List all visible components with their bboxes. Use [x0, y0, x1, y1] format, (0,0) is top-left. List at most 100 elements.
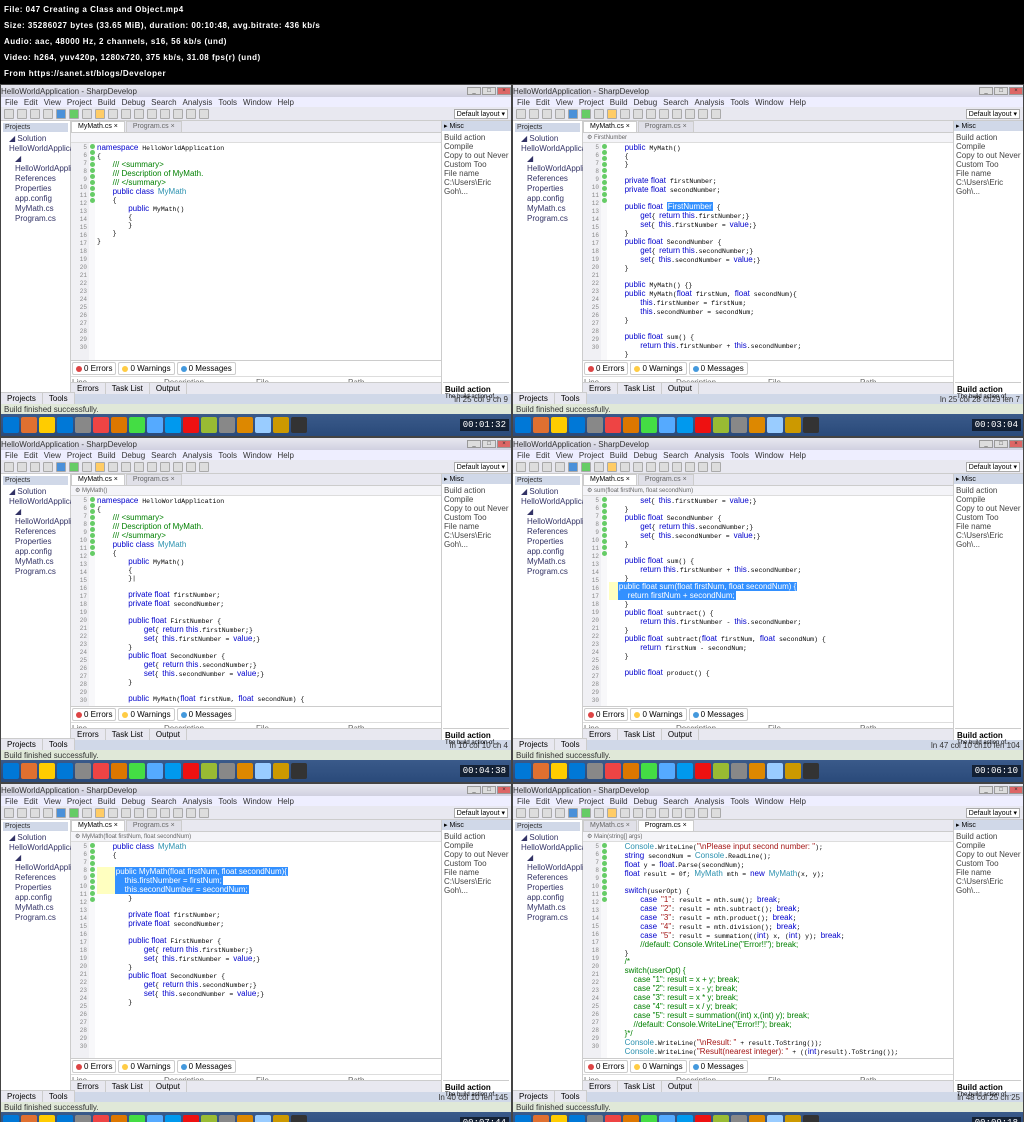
tool-btn[interactable]	[594, 808, 604, 818]
breadcrumb[interactable]: ⚙ sum(float firstNum, float secondNum)	[583, 486, 953, 496]
tool-btn[interactable]	[568, 462, 578, 472]
btab-tools[interactable]: Tools	[43, 1091, 75, 1102]
taskbar-icon[interactable]	[21, 763, 37, 779]
tool-btn[interactable]	[173, 109, 183, 119]
tool-btn[interactable]	[542, 109, 552, 119]
breadcrumb[interactable]: ⚙ FirstNumber	[583, 133, 953, 143]
taskbar-icon[interactable]	[623, 763, 639, 779]
taskbar-icon[interactable]	[515, 763, 531, 779]
tool-btn[interactable]	[43, 462, 53, 472]
tree-item[interactable]: Properties	[5, 883, 66, 893]
code-area[interactable]: public MyMath() { } private float firstN…	[607, 143, 953, 360]
layout-selector[interactable]: Default layout ▾	[454, 808, 508, 818]
tab-mymath[interactable]: MyMath.cs ×	[583, 121, 637, 132]
tool-btn[interactable]	[685, 109, 695, 119]
taskbar-icon[interactable]	[551, 1115, 567, 1122]
tree-item[interactable]: Properties	[517, 184, 578, 194]
tree-item[interactable]: MyMath.cs	[517, 204, 578, 214]
menu-item[interactable]: Project	[579, 98, 604, 107]
menu-item[interactable]: View	[44, 98, 61, 107]
tree-item[interactable]: Program.cs	[517, 214, 578, 224]
code-area[interactable]: namespace HelloWorldApplication { /// <s…	[95, 496, 441, 706]
taskbar-icon[interactable]	[93, 763, 109, 779]
btab-errors[interactable]: Errors	[583, 383, 618, 394]
taskbar-icon[interactable]	[641, 763, 657, 779]
tool-btn[interactable]	[82, 808, 92, 818]
tool-btn[interactable]	[147, 462, 157, 472]
menu-item[interactable]: Help	[789, 451, 805, 460]
taskbar-icon[interactable]	[39, 763, 55, 779]
messages-tab[interactable]: 0 Messages	[689, 1060, 748, 1073]
tool-btn[interactable]	[147, 808, 157, 818]
taskbar-icon[interactable]	[291, 417, 307, 433]
taskbar-icon[interactable]	[147, 417, 163, 433]
project-node[interactable]: ◢ HelloWorldApplication	[5, 853, 66, 873]
menu-item[interactable]: Search	[663, 797, 688, 806]
messages-tab[interactable]: 0 Messages	[177, 708, 236, 721]
tool-btn[interactable]	[121, 109, 131, 119]
tab-program[interactable]: Program.cs ×	[638, 474, 694, 485]
tree-item[interactable]: Program.cs	[5, 567, 66, 577]
solution-node[interactable]: ◢ Solution HelloWorldApplicat	[517, 487, 578, 507]
btab-output[interactable]: Output	[662, 383, 699, 394]
taskbar-icon[interactable]	[237, 417, 253, 433]
btab-projects[interactable]: Projects	[513, 1091, 555, 1102]
taskbar-icon[interactable]	[57, 1115, 73, 1122]
tool-btn[interactable]	[134, 109, 144, 119]
tool-btn[interactable]	[555, 109, 565, 119]
taskbar-icon[interactable]	[641, 1115, 657, 1122]
taskbar-icon[interactable]	[165, 417, 181, 433]
messages-tab[interactable]: 0 Messages	[689, 708, 748, 721]
max-btn[interactable]: □	[994, 87, 1008, 95]
prop-header[interactable]: ▸ Misc	[954, 474, 1023, 484]
menu-item[interactable]: View	[556, 451, 573, 460]
menu-item[interactable]: File	[517, 98, 530, 107]
menu-item[interactable]: Tools	[730, 98, 749, 107]
code-editor[interactable]: 5678910111213141516171819202122232425262…	[71, 143, 441, 360]
tool-btn[interactable]	[108, 109, 118, 119]
tool-btn[interactable]	[82, 462, 92, 472]
taskbar-icon[interactable]	[201, 763, 217, 779]
btab-tasklist[interactable]: Task List	[618, 729, 662, 740]
tree-item[interactable]: app.config	[5, 194, 66, 204]
menu-item[interactable]: Window	[755, 98, 783, 107]
tool-btn[interactable]	[698, 109, 708, 119]
project-node[interactable]: ◢ HelloWorldApplication	[517, 154, 578, 174]
warnings-tab[interactable]: 0 Warnings	[630, 362, 686, 375]
tool-btn[interactable]	[594, 109, 604, 119]
taskbar-icon[interactable]	[39, 417, 55, 433]
tool-btn[interactable]	[529, 808, 539, 818]
taskbar-icon[interactable]	[111, 417, 127, 433]
menu-item[interactable]: Build	[610, 98, 628, 107]
tool-btn[interactable]	[69, 109, 79, 119]
tree-item[interactable]: Properties	[517, 883, 578, 893]
menu-item[interactable]: Search	[663, 98, 688, 107]
tree-item[interactable]: app.config	[517, 194, 578, 204]
tool-btn[interactable]	[173, 462, 183, 472]
menu-item[interactable]: Analysis	[183, 797, 213, 806]
min-btn[interactable]: _	[979, 440, 993, 448]
taskbar-icon[interactable]	[785, 417, 801, 433]
taskbar-icon[interactable]	[713, 417, 729, 433]
menu-item[interactable]: File	[517, 451, 530, 460]
tab-mymath[interactable]: MyMath.cs ×	[71, 820, 125, 831]
tool-btn[interactable]	[581, 462, 591, 472]
tool-btn[interactable]	[646, 462, 656, 472]
taskbar-icon[interactable]	[659, 763, 675, 779]
tree-item[interactable]: References	[517, 174, 578, 184]
tool-btn[interactable]	[82, 109, 92, 119]
menu-item[interactable]: Analysis	[183, 451, 213, 460]
btab-errors[interactable]: Errors	[583, 729, 618, 740]
warnings-tab[interactable]: 0 Warnings	[118, 708, 174, 721]
taskbar-icon[interactable]	[165, 763, 181, 779]
tree-item[interactable]: MyMath.cs	[5, 204, 66, 214]
tool-btn[interactable]	[4, 462, 14, 472]
tool-btn[interactable]	[56, 109, 66, 119]
taskbar-icon[interactable]	[255, 1115, 271, 1122]
max-btn[interactable]: □	[994, 786, 1008, 794]
tree-item[interactable]: MyMath.cs	[5, 557, 66, 567]
taskbar-icon[interactable]	[569, 417, 585, 433]
taskbar-icon[interactable]	[111, 1115, 127, 1122]
menu-item[interactable]: Project	[67, 451, 92, 460]
layout-selector[interactable]: Default layout ▾	[966, 462, 1020, 472]
